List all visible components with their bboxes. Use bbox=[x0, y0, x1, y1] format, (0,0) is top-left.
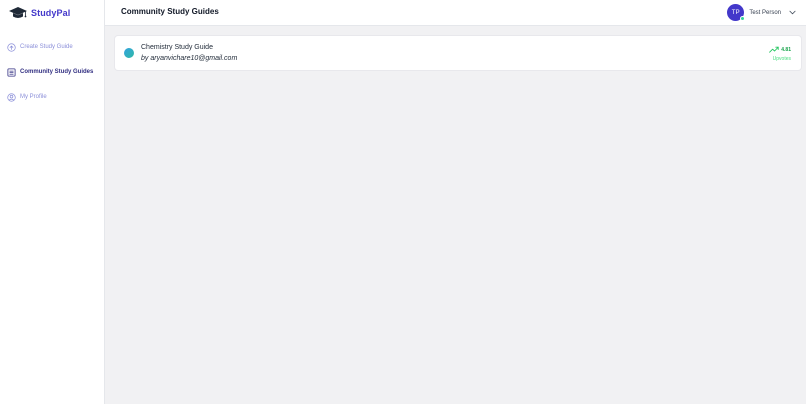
chevron-down-icon bbox=[789, 10, 796, 15]
sidebar-item-label: My Profile bbox=[20, 94, 47, 100]
page-title: Community Study Guides bbox=[121, 7, 219, 16]
avatar: TP bbox=[727, 4, 746, 21]
graduation-cap-icon bbox=[9, 7, 27, 18]
online-status-badge bbox=[740, 16, 746, 21]
user-circle-icon bbox=[7, 92, 16, 102]
guide-title: Chemistry Study Guide bbox=[141, 44, 213, 51]
sidebar: StudyPal Create Study Guide Community St… bbox=[0, 0, 105, 404]
upvote-count: 4.81 bbox=[781, 46, 791, 53]
brand-name: StudyPal bbox=[31, 8, 71, 18]
upload-cloud-icon bbox=[7, 42, 16, 52]
sidebar-nav: Create Study Guide Community Study Guide… bbox=[0, 40, 104, 115]
sidebar-item-create-study-guide[interactable]: Create Study Guide bbox=[0, 40, 104, 54]
sidebar-item-community-study-guides[interactable]: Community Study Guides bbox=[0, 65, 104, 79]
study-guide-card[interactable]: Chemistry Study Guide by aryanvichare10@g… bbox=[115, 36, 801, 70]
book-list-icon bbox=[7, 67, 16, 77]
sidebar-item-label: Community Study Guides bbox=[20, 69, 94, 75]
author-prefix: by bbox=[141, 55, 149, 62]
guide-avatar-dot bbox=[124, 48, 134, 58]
user-menu[interactable]: TP Test Person bbox=[727, 4, 796, 21]
user-name: Test Person bbox=[749, 9, 781, 16]
sidebar-item-my-profile[interactable]: My Profile bbox=[0, 90, 104, 104]
guide-author: by aryanvichare10@gmail.com bbox=[141, 55, 237, 62]
author-email: aryanvichare10@gmail.com bbox=[150, 55, 238, 62]
trending-up-icon bbox=[769, 46, 779, 53]
sidebar-item-label: Create Study Guide bbox=[20, 44, 73, 50]
upvote-stat: 4.81 bbox=[769, 46, 791, 53]
top-bar: Community Study Guides TP Test Person bbox=[105, 0, 806, 26]
brand-logo[interactable]: StudyPal bbox=[8, 5, 70, 21]
upvote-label: Upvotes bbox=[772, 56, 791, 62]
